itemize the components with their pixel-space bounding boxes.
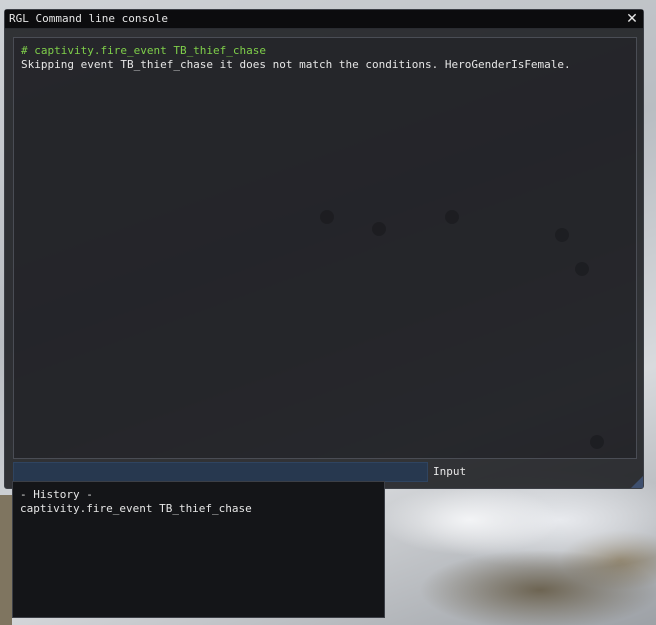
window-title: RGL Command line console — [9, 12, 168, 25]
terrain-strip — [0, 495, 12, 625]
title-bar[interactable]: RGL Command line console ✕ — [5, 10, 643, 29]
input-row: Input — [13, 462, 637, 482]
console-output: # captivity.fire_event TB_thief_chase Sk… — [13, 37, 637, 459]
input-label: Input — [433, 465, 467, 478]
console-window: RGL Command line console ✕ # captivity.f… — [4, 9, 644, 489]
history-header: - History - — [20, 488, 93, 501]
resize-grip[interactable] — [631, 476, 643, 488]
history-item[interactable]: captivity.fire_event TB_thief_chase — [20, 502, 377, 516]
output-line-message: Skipping event TB_thief_chase it does no… — [21, 58, 571, 71]
output-line-command: # captivity.fire_event TB_thief_chase — [21, 44, 267, 57]
close-icon[interactable]: ✕ — [625, 11, 639, 27]
command-input[interactable] — [13, 462, 428, 482]
history-popup: - History - captivity.fire_event TB_thie… — [12, 481, 385, 618]
